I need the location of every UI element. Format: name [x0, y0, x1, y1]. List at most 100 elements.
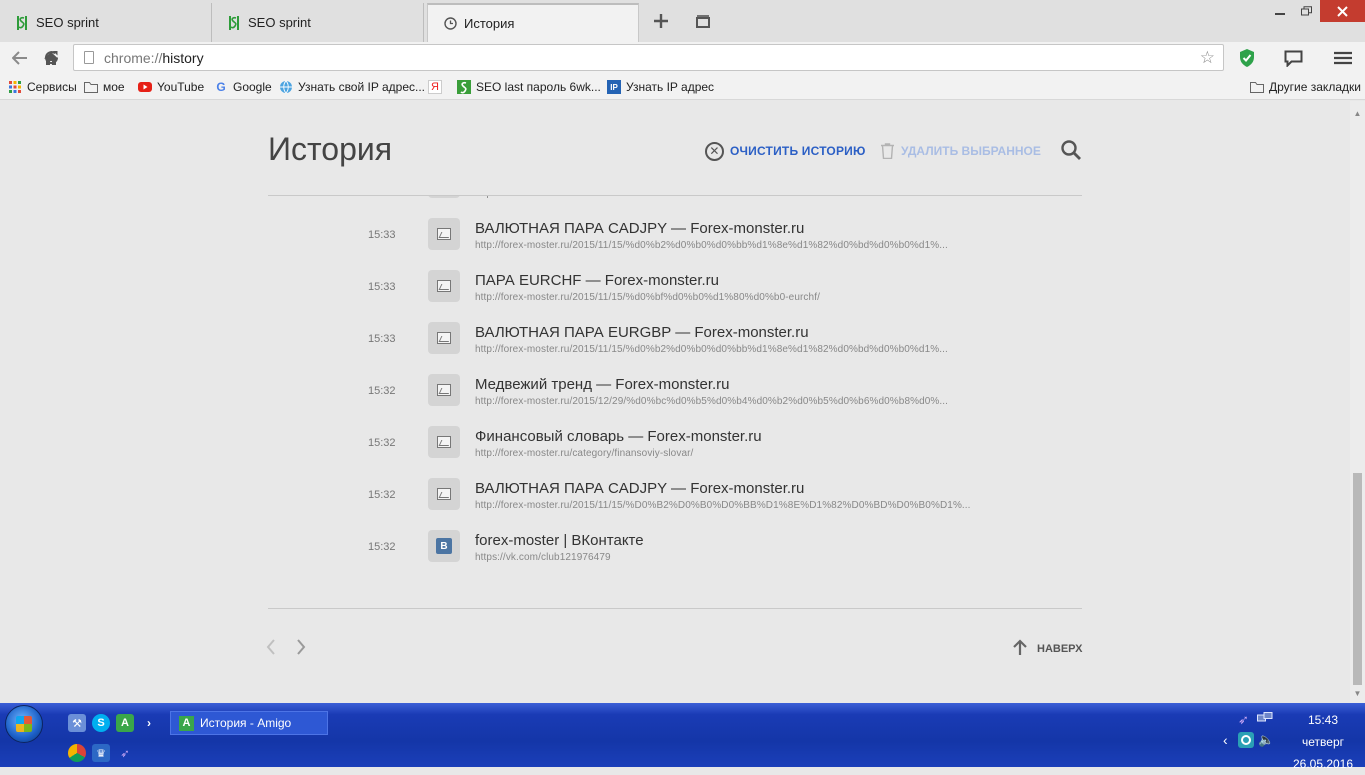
network-icon[interactable]: [1257, 712, 1273, 727]
new-tab-button[interactable]: [650, 10, 672, 32]
bookmark-moe-folder[interactable]: мое: [84, 79, 125, 95]
tray-app-icon[interactable]: [1238, 732, 1254, 751]
start-button[interactable]: [5, 705, 43, 743]
bookmark-youtube[interactable]: YouTube: [138, 79, 204, 95]
plus-icon: [654, 14, 668, 28]
scroll-down-arrow-icon[interactable]: ▼: [1353, 689, 1362, 698]
delete-selected-button[interactable]: УДАЛИТЬ ВЫБРАННОЕ: [881, 141, 1041, 161]
scroll-up-arrow-icon[interactable]: ▲: [1353, 109, 1362, 118]
chat-button[interactable]: [1282, 47, 1304, 69]
scroll-to-top-button[interactable]: НАВЕРХ: [1013, 638, 1083, 660]
bookmark-label: Google: [233, 80, 272, 94]
page-title: История: [268, 131, 393, 167]
yandex-icon: Я: [428, 80, 442, 94]
chrome-icon[interactable]: [68, 744, 86, 762]
chevron-left-icon: [266, 639, 275, 655]
entry-title-link[interactable]: ПАРА EURCHF — Forex-monster.ru: [475, 272, 719, 289]
seo-sprint-icon: [14, 15, 30, 31]
entry-time: 15:33: [368, 281, 396, 293]
windows-taskbar: ⚒ S A › ♛ ➶ A История - Amigo ➶ ‹ 🔈 15:4…: [0, 703, 1365, 771]
feather-tray-icon[interactable]: ➶: [1238, 712, 1249, 728]
entry-title-link[interactable]: ВАЛЮТНАЯ ПАРА CADJPY — Forex-monster.ru: [475, 220, 804, 237]
bookmark-my-ip[interactable]: Узнать свой IP адрес...: [279, 79, 425, 95]
entry-title-link[interactable]: Медвежий тренд — Forex-monster.ru: [475, 376, 730, 393]
reload-button[interactable]: [40, 46, 62, 68]
clear-history-button[interactable]: ✕ ОЧИСТИТЬ ИСТОРИЮ: [705, 141, 866, 161]
minimize-button[interactable]: [1270, 0, 1290, 22]
shield-icon: [1240, 49, 1254, 67]
chevron-right-icon[interactable]: ›: [140, 714, 158, 732]
scrollbar-thumb[interactable]: [1353, 473, 1362, 685]
image-placeholder-icon: [437, 228, 451, 240]
tab-seo-sprint-1[interactable]: SEO sprint: [0, 3, 212, 42]
history-entry[interactable]: http://forex-moster.ru/2015/11/15/%d0%b2…: [268, 196, 1082, 211]
url-scheme: chrome://: [104, 49, 163, 66]
page-scrollbar[interactable]: ▲ ▼: [1350, 101, 1365, 703]
volume-icon[interactable]: 🔈: [1258, 732, 1274, 748]
bookmark-find-ip[interactable]: IP Узнать IP адрес: [607, 79, 714, 95]
image-placeholder-icon: [437, 488, 451, 500]
history-entry[interactable]: 15:33 ПАРА EURCHF — Forex-monster.ru http:…: [268, 263, 1082, 315]
bookmark-label: Другие закладки: [1269, 80, 1361, 94]
entry-url: http://forex-moster.ru/2015/12/29/%d0%bc…: [475, 396, 949, 407]
protect-extension-button[interactable]: [1236, 47, 1258, 69]
clock-day: четверг: [1302, 735, 1344, 749]
entry-title-link[interactable]: ВАЛЮТНАЯ ПАРА CADJPY — Forex-monster.ru: [475, 480, 804, 497]
tab-title: История: [464, 16, 515, 31]
entry-favicon[interactable]: [428, 270, 460, 302]
entry-favicon[interactable]: [428, 426, 460, 458]
tools-icon[interactable]: ⚒: [68, 714, 86, 732]
entry-title-link[interactable]: Финансовый словарь — Forex-monster.ru: [475, 428, 762, 445]
entry-favicon[interactable]: [428, 196, 460, 198]
restore-button[interactable]: [1296, 0, 1316, 22]
tab-title: SEO sprint: [36, 15, 99, 30]
close-icon: [1337, 5, 1348, 17]
shield-crown-icon[interactable]: ♛: [92, 744, 110, 762]
entry-favicon[interactable]: В: [428, 530, 460, 562]
entry-time: 15:32: [368, 489, 396, 501]
system-clock[interactable]: 15:43 четверг 26.05.2016: [1283, 709, 1363, 775]
other-bookmarks-folder[interactable]: Другие закладки: [1250, 79, 1361, 95]
entry-url: http://forex-moster.ru/2015/11/15/%d0%b2…: [475, 344, 948, 355]
back-button[interactable]: [9, 47, 31, 69]
entry-favicon[interactable]: [428, 374, 460, 406]
entry-time: 15:32: [368, 385, 396, 397]
youtube-icon: [138, 80, 152, 94]
arrow-up-icon: [1013, 638, 1027, 660]
history-entry[interactable]: 15:32 Вforex-moster | ВКонтакте https://vk…: [268, 523, 1082, 575]
history-entry[interactable]: 15:32 Финансовый словарь — Forex-monster.…: [268, 419, 1082, 471]
address-bar[interactable]: chrome://history ☆: [44, 44, 1224, 71]
tab-overview-button[interactable]: [692, 10, 714, 32]
history-entry[interactable]: 15:33 ВАЛЮТНАЯ ПАРА CADJPY — Forex-monste…: [268, 211, 1082, 263]
chat-icon: [1284, 50, 1302, 67]
bookmark-yandex[interactable]: Я: [428, 79, 447, 95]
scroll-top-label: НАВЕРХ: [1037, 643, 1083, 655]
skype-icon[interactable]: S: [92, 714, 110, 732]
bookmark-services[interactable]: Сервисы: [8, 79, 77, 95]
close-button[interactable]: [1320, 0, 1365, 22]
search-history-button[interactable]: [1060, 139, 1084, 163]
entry-favicon[interactable]: [428, 218, 460, 250]
bookmark-google[interactable]: G Google: [214, 79, 272, 95]
tab-strip: SEO sprint SEO sprint История: [0, 0, 1365, 42]
amigo-icon[interactable]: A: [116, 714, 134, 732]
entry-url: http://forex-moster.ru/2015/11/15/%d0%b2…: [475, 240, 948, 251]
bookmark-star-icon[interactable]: ☆: [1200, 48, 1215, 68]
history-entry[interactable]: 15:33 ВАЛЮТНАЯ ПАРА EURGBP — Forex-monste…: [268, 315, 1082, 367]
taskbar-window-amigo[interactable]: A История - Amigo: [170, 711, 328, 735]
show-hidden-icons-chevron-icon[interactable]: ‹: [1223, 732, 1228, 748]
history-entry[interactable]: 15:32 Медвежий тренд — Forex-monster.ru ht…: [268, 367, 1082, 419]
history-list: http://forex-moster.ru/2015/11/15/%d0%b2…: [268, 196, 1082, 596]
tab-history[interactable]: История: [427, 3, 639, 42]
entry-title-link[interactable]: forex-moster | ВКонтакте: [475, 532, 644, 549]
tab-seo-sprint-2[interactable]: SEO sprint: [212, 3, 424, 42]
entry-title-link[interactable]: ВАЛЮТНАЯ ПАРА EURGBP — Forex-monster.ru: [475, 324, 809, 341]
next-page-button[interactable]: [296, 638, 306, 661]
entry-favicon[interactable]: [428, 322, 460, 354]
feather-icon[interactable]: ➶: [116, 744, 134, 762]
bookmark-seo-last[interactable]: SEO last пароль 6wk...: [457, 79, 601, 95]
history-entry[interactable]: 15:32 ВАЛЮТНАЯ ПАРА CADJPY — Forex-monste…: [268, 471, 1082, 523]
menu-button[interactable]: [1332, 47, 1354, 69]
entry-favicon[interactable]: [428, 478, 460, 510]
previous-page-button[interactable]: [266, 638, 276, 661]
